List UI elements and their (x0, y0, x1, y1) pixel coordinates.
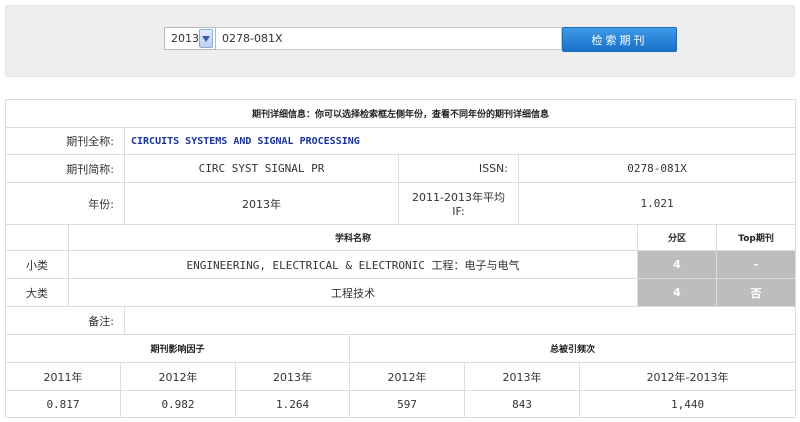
big-category-row: 大类 工程技术 4 否 (5, 278, 797, 307)
avg-if-label: 2011-2013年平均IF: (398, 182, 519, 225)
full-name-value: CIRCUITS SYSTEMS AND SIGNAL PROCESSING (123, 127, 797, 155)
abbr-label: 期刊简称: (5, 154, 125, 183)
if-year: 2011年 (5, 362, 121, 391)
year-select[interactable]: 2013 (164, 27, 216, 50)
journal-detail-table: 期刊详细信息：你可以选择检索框左侧年份，查看不同年份的期刊详细信息 期刊全称: … (4, 99, 797, 335)
search-panel: 2013 检索期刊 (5, 5, 795, 77)
small-category-zone: 4 (637, 250, 717, 279)
impact-years-row: 2011年 2012年 2013年 2012年 2013年 2012年-2013… (5, 362, 797, 391)
big-category-label: 大类 (5, 278, 69, 307)
small-category-row: 小类 ENGINEERING, ELECTRICAL & ELECTRONIC … (5, 250, 797, 279)
full-name-label: 期刊全称: (5, 127, 125, 155)
full-name-row: 期刊全称: CIRCUITS SYSTEMS AND SIGNAL PROCES… (5, 127, 797, 155)
big-category-name: 工程技术 (68, 278, 638, 307)
chevron-down-icon[interactable] (199, 29, 213, 48)
abbr-value: CIRC SYST SIGNAL PR (124, 154, 399, 183)
if-header: 期刊影响因子 (4, 334, 351, 363)
top-header: Top期刊 (715, 224, 797, 251)
small-category-name: ENGINEERING, ELECTRICAL & ELECTRONIC 工程：… (68, 250, 638, 279)
if-value: 1.264 (234, 390, 351, 418)
subject-header: 学科名称 (68, 224, 638, 251)
cites-value: 1,440 (579, 390, 797, 418)
big-category-top: 否 (715, 278, 797, 307)
impact-header-row: 期刊影响因子 总被引频次 (4, 334, 797, 363)
remark-label: 备注: (5, 306, 125, 335)
small-category-label: 小类 (5, 250, 69, 279)
if-value: 0.817 (5, 390, 121, 418)
abbr-row: 期刊简称: CIRC SYST SIGNAL PR ISSN: 0278-081… (5, 154, 797, 183)
category-header-row: 学科名称 分区 Top期刊 (5, 224, 797, 251)
remark-value (123, 306, 797, 335)
impact-table: 期刊影响因子 总被引频次 2011年 2012年 2013年 2012年 201… (4, 334, 797, 418)
issn-label: ISSN: (398, 154, 519, 183)
year-row: 年份: 2013年 2011-2013年平均IF: 1.021 (5, 182, 797, 225)
year-select-value: 2013 (171, 32, 199, 45)
detail-header-row: 期刊详细信息：你可以选择检索框左侧年份，查看不同年份的期刊详细信息 (4, 99, 797, 128)
cites-year: 2012年-2013年 (579, 362, 797, 391)
cites-year: 2013年 (464, 362, 581, 391)
cites-value: 597 (349, 390, 466, 418)
detail-header-note: 期刊详细信息：你可以选择检索框左侧年份，查看不同年份的期刊详细信息 (4, 99, 797, 128)
remark-row: 备注: (5, 306, 797, 335)
year-value: 2013年 (124, 182, 399, 225)
small-category-top: - (715, 250, 797, 279)
big-category-zone: 4 (637, 278, 717, 307)
impact-values-row: 0.817 0.982 1.264 597 843 1,440 (5, 390, 797, 418)
search-button[interactable]: 检索期刊 (562, 27, 677, 52)
cites-value: 843 (464, 390, 581, 418)
category-header-blank (5, 224, 69, 251)
year-label: 年份: (5, 182, 125, 225)
if-value: 0.982 (120, 390, 236, 418)
search-input[interactable] (216, 27, 562, 50)
cites-year: 2012年 (349, 362, 466, 391)
zone-header: 分区 (637, 224, 717, 251)
avg-if-value: 1.021 (517, 182, 797, 225)
issn-value: 0278-081X (517, 154, 797, 183)
cites-header: 总被引频次 (349, 334, 797, 363)
if-year: 2012年 (120, 362, 236, 391)
if-year: 2013年 (234, 362, 351, 391)
